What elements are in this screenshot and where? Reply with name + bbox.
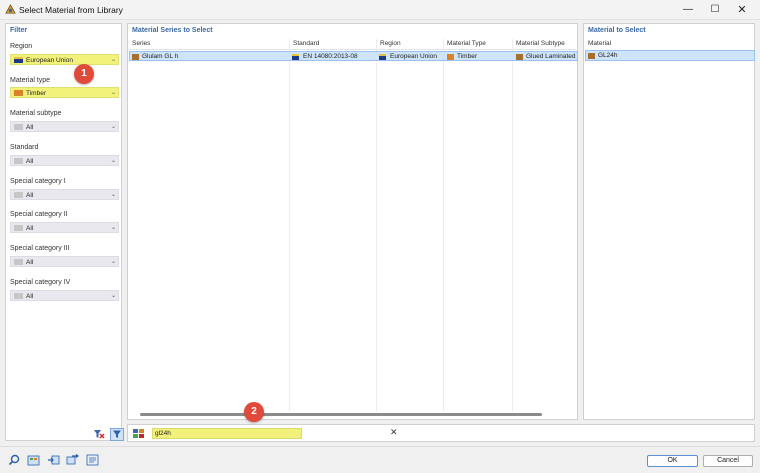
timber-color-icon [588, 52, 595, 59]
material-subtype-cell: Glued Laminated Timber [526, 53, 577, 60]
material-type-select[interactable]: Timber ⌄ [10, 87, 119, 98]
special-category-3-value: All [26, 258, 34, 266]
filter-icon [113, 430, 121, 438]
series-cell: Glulam GL h [142, 53, 179, 60]
all-color-icon [14, 225, 23, 231]
special-category-1-select[interactable]: All ⌄ [10, 189, 119, 200]
column-header-region[interactable]: Region [380, 40, 401, 47]
special-category-1-value: All [26, 191, 34, 199]
special-category-2-label: Special category II [10, 211, 68, 218]
search-input[interactable] [152, 428, 302, 439]
material-type-label: Material type [10, 77, 51, 84]
chevron-down-icon: ⌄ [110, 192, 116, 198]
column-header-series[interactable]: Series [132, 40, 150, 47]
special-category-2-select[interactable]: All ⌄ [10, 222, 119, 233]
column-header-material[interactable]: Material [588, 40, 611, 47]
app-logo-icon [5, 4, 16, 14]
bottom-toolbar: OK Cancel [0, 446, 760, 473]
material-to-select-panel: Material to Select Material GL24h [583, 23, 755, 420]
chevron-down-icon: ⌄ [110, 293, 116, 299]
special-category-4-label: Special category IV [10, 279, 71, 286]
material-library-icon[interactable] [132, 428, 145, 439]
region-label: Region [10, 43, 33, 50]
import-icon[interactable] [47, 454, 60, 466]
material-subtype-select[interactable]: All ⌄ [10, 121, 119, 132]
material-type-value: Timber [26, 89, 46, 97]
material-name: GL24h [598, 52, 618, 59]
special-category-4-value: All [26, 292, 34, 300]
timber-color-icon [447, 53, 454, 60]
standard-label: Standard [10, 144, 39, 151]
filter-panel: Filter Region European Union ⌄ Material … [5, 23, 124, 441]
ok-button[interactable]: OK [647, 455, 698, 467]
special-category-3-label: Special category III [10, 245, 70, 252]
material-type-cell: Timber [457, 53, 477, 60]
material-subtype-value: All [26, 123, 34, 131]
standard-value: All [26, 157, 34, 165]
cancel-button[interactable]: Cancel [703, 455, 753, 467]
eu-flag-icon [292, 53, 299, 60]
timber-color-icon [132, 53, 139, 60]
eu-flag-icon [379, 53, 386, 60]
export-icon[interactable] [66, 454, 79, 466]
column-divider [512, 39, 513, 411]
search-icon[interactable] [8, 454, 21, 466]
close-button[interactable]: ✕ [730, 2, 754, 18]
material-subtype-label: Material subtype [10, 110, 62, 117]
library-icon[interactable] [27, 454, 40, 466]
maximize-button[interactable]: ☐ [703, 2, 727, 18]
all-color-icon [14, 259, 23, 265]
column-divider [376, 39, 377, 411]
window-title: Select Material from Library [19, 5, 123, 15]
glulam-color-icon [516, 53, 523, 60]
column-header-standard[interactable]: Standard [293, 40, 319, 47]
filter-button[interactable] [110, 428, 124, 441]
clear-filter-button[interactable] [92, 428, 106, 441]
eu-flag-icon [14, 57, 23, 63]
table-row[interactable]: Glulam GL h EN 14080:2013-08 European Un… [129, 51, 578, 61]
title-bar: Select Material from Library — ☐ ✕ [0, 0, 760, 20]
step-badge-1: 1 [74, 64, 94, 84]
all-color-icon [14, 158, 23, 164]
horizontal-scrollbar[interactable] [140, 413, 542, 416]
column-divider [443, 39, 444, 411]
column-divider [289, 39, 290, 411]
search-bar: ✕ [127, 424, 755, 442]
chevron-down-icon: ⌄ [110, 90, 116, 96]
clear-search-icon[interactable]: ✕ [390, 427, 398, 438]
all-color-icon [14, 293, 23, 299]
standard-select[interactable]: All ⌄ [10, 155, 119, 166]
standard-cell: EN 14080:2013-08 [303, 53, 358, 60]
chevron-down-icon: ⌄ [110, 57, 116, 63]
filter-panel-title: Filter [10, 27, 28, 34]
special-category-1-label: Special category I [10, 178, 66, 185]
minimize-button[interactable]: — [676, 2, 700, 18]
all-color-icon [14, 124, 23, 130]
list-item[interactable]: GL24h [585, 50, 755, 61]
special-category-2-value: All [26, 224, 34, 232]
clear-filter-icon [94, 430, 105, 439]
all-color-icon [14, 192, 23, 198]
material-series-title: Material Series to Select [132, 27, 213, 34]
column-header-material-type[interactable]: Material Type [447, 40, 486, 47]
chevron-down-icon: ⌄ [110, 158, 116, 164]
region-select[interactable]: European Union ⌄ [10, 54, 119, 65]
region-value: European Union [26, 56, 73, 64]
timber-color-icon [14, 90, 23, 96]
special-category-3-select[interactable]: All ⌄ [10, 256, 119, 267]
material-series-panel: Material Series to Select Series Standar… [127, 23, 578, 420]
column-header-material-subtype[interactable]: Material Subtype [516, 40, 565, 47]
special-category-4-select[interactable]: All ⌄ [10, 290, 119, 301]
chevron-down-icon: ⌄ [110, 225, 116, 231]
info-icon[interactable] [86, 454, 99, 466]
material-to-select-title: Material to Select [588, 27, 646, 34]
step-badge-2: 2 [244, 402, 264, 422]
region-cell: European Union [390, 53, 437, 60]
chevron-down-icon: ⌄ [110, 124, 116, 130]
chevron-down-icon: ⌄ [110, 259, 116, 265]
series-table-header: Series Standard Region Material Type Mat… [129, 39, 578, 50]
